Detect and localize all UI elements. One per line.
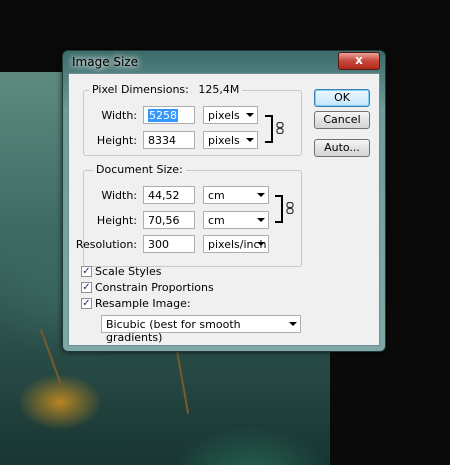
close-button[interactable]: x — [338, 52, 380, 70]
scale-styles-label: Scale Styles — [95, 265, 162, 278]
chevron-down-icon — [246, 113, 254, 117]
link-bracket — [275, 195, 283, 223]
pixel-width-unit-select[interactable]: pixels — [203, 106, 258, 124]
resample-method-select[interactable]: Bicubic (best for smooth gradients) — [101, 315, 301, 344]
resolution-unit-select[interactable]: pixels/inch — [203, 235, 269, 253]
doc-width-input[interactable]: 44,52 — [143, 186, 195, 204]
checkmark-icon: ✓ — [82, 298, 91, 309]
doc-height-input[interactable]: 70,56 — [143, 211, 195, 229]
resample-image-checkbox[interactable]: ✓ — [81, 298, 92, 309]
checkmark-icon: ✓ — [82, 266, 91, 277]
scale-styles-checkbox[interactable]: ✓ — [81, 266, 92, 277]
constrain-proportions-label: Constrain Proportions — [95, 281, 214, 294]
chevron-down-icon — [257, 218, 265, 222]
chevron-down-icon — [289, 322, 297, 326]
pixel-dimensions-value: 125,4M — [198, 83, 240, 96]
doc-width-label: Width: — [101, 189, 137, 202]
pixel-width-input[interactable]: 5258 — [143, 106, 195, 124]
ok-button[interactable]: OK — [314, 89, 370, 107]
chevron-down-icon — [257, 242, 265, 246]
doc-height-label: Height: — [96, 214, 137, 227]
chevron-down-icon — [257, 193, 265, 197]
doc-height-unit-select[interactable]: cm — [203, 211, 269, 229]
doc-width-unit-select[interactable]: cm — [203, 186, 269, 204]
auto-button[interactable]: Auto... — [314, 139, 370, 157]
cancel-button[interactable]: Cancel — [314, 111, 370, 129]
pixel-height-input[interactable]: 8334 — [143, 131, 195, 149]
dialog-client-area: Pixel Dimensions: 125,4M Width: 5258 pix… — [68, 73, 380, 346]
checkmark-icon: ✓ — [82, 282, 91, 293]
constrain-proportions-checkbox[interactable]: ✓ — [81, 282, 92, 293]
link-bracket — [265, 115, 273, 143]
pixel-height-label: Height: — [96, 134, 137, 147]
resolution-input[interactable]: 300 — [143, 235, 195, 253]
document-size-label: Document Size: — [93, 163, 186, 176]
chevron-down-icon — [246, 138, 254, 142]
resolution-label: Resolution: — [75, 238, 137, 251]
chain-link-icon — [286, 202, 294, 214]
resample-image-label: Resample Image: — [95, 297, 191, 310]
pixel-height-unit-select[interactable]: pixels — [203, 131, 258, 149]
chain-link-icon — [276, 122, 284, 134]
pixel-dimensions-label: Pixel Dimensions: 125,4M — [89, 83, 243, 96]
pixel-width-label: Width: — [101, 109, 137, 122]
dialog-title: Image Size — [72, 55, 139, 69]
